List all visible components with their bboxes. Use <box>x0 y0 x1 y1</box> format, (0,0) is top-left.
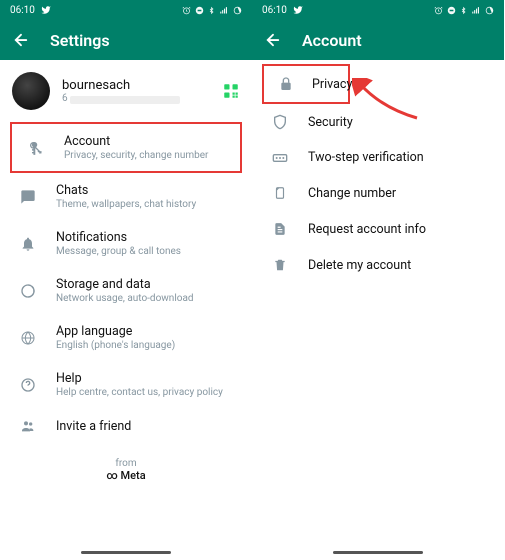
settings-item-help[interactable]: Help Help centre, contact us, privacy po… <box>4 361 248 408</box>
footer-from: from <box>0 458 252 469</box>
page-title: Settings <box>50 31 110 50</box>
nav-handle[interactable] <box>333 551 423 554</box>
alarm-icon <box>434 6 443 15</box>
globe-icon <box>18 330 38 346</box>
bell-icon <box>18 236 38 252</box>
document-icon <box>270 221 290 237</box>
chat-icon <box>18 189 38 205</box>
item-sub: Privacy, security, change number <box>64 150 226 161</box>
qr-icon[interactable] <box>222 82 240 100</box>
battery-icon <box>485 6 494 15</box>
item-sub: Network usage, auto-download <box>56 293 234 304</box>
item-sub: English (phone's language) <box>56 340 234 351</box>
dnd-icon <box>447 6 456 15</box>
status-time: 06:10 <box>262 5 287 16</box>
settings-item-language[interactable]: App language English (phone's language) <box>4 314 248 361</box>
status-time: 06:10 <box>10 5 35 16</box>
nav-handle[interactable] <box>81 551 171 554</box>
item-label: Help <box>56 371 234 386</box>
key-icon <box>26 140 46 156</box>
item-label: Invite a friend <box>56 419 234 434</box>
profile-status-char: 6 <box>62 93 68 104</box>
item-label: Chats <box>56 183 234 198</box>
item-label: Request account info <box>308 222 486 237</box>
account-item-twostep[interactable]: Two-step verification <box>256 140 500 175</box>
account-item-delete[interactable]: Delete my account <box>256 247 500 283</box>
account-list: Privacy Security Two-step verification C… <box>252 64 504 283</box>
account-item-security[interactable]: Security <box>256 104 500 140</box>
page-title: Account <box>302 31 362 50</box>
item-sub: Message, group & call tones <box>56 246 234 257</box>
sim-icon <box>270 185 290 201</box>
phone-right: 06:10 Account Privacy Security Two-step … <box>252 0 504 560</box>
item-label: Two-step verification <box>308 150 486 165</box>
item-label: App language <box>56 324 234 339</box>
avatar <box>12 72 50 110</box>
settings-item-chats[interactable]: Chats Theme, wallpapers, chat history <box>4 173 248 220</box>
twitter-icon <box>293 5 303 15</box>
twitter-icon <box>41 5 51 15</box>
signal-icon <box>471 6 481 15</box>
settings-item-storage[interactable]: Storage and data Network usage, auto-dow… <box>4 267 248 314</box>
account-item-privacy[interactable]: Privacy <box>262 64 350 104</box>
back-icon[interactable] <box>264 31 282 49</box>
pin-icon <box>270 152 290 164</box>
item-label: Account <box>64 134 226 149</box>
settings-item-notifications[interactable]: Notifications Message, group & call tone… <box>4 220 248 267</box>
account-item-changenumber[interactable]: Change number <box>256 175 500 211</box>
battery-icon <box>233 6 242 15</box>
item-label: Privacy <box>312 77 352 92</box>
profile-row[interactable]: bournesach 6 <box>0 60 252 122</box>
phone-left: 06:10 Settings bournesach 6 Acc <box>0 0 252 560</box>
item-label: Delete my account <box>308 258 486 273</box>
meta-infinity-icon: ∞ <box>106 469 120 482</box>
shield-icon <box>270 114 290 130</box>
profile-status <box>70 96 180 104</box>
profile-name: bournesach <box>62 78 210 93</box>
people-icon <box>18 418 38 434</box>
app-bar: Account <box>252 20 504 60</box>
settings-item-account[interactable]: Account Privacy, security, change number <box>10 122 242 173</box>
help-icon <box>18 377 38 393</box>
alarm-icon <box>182 6 191 15</box>
dnd-icon <box>195 6 204 15</box>
back-icon[interactable] <box>12 31 30 49</box>
account-item-request[interactable]: Request account info <box>256 211 500 247</box>
status-bar: 06:10 <box>252 0 504 20</box>
bluetooth-icon <box>460 6 467 15</box>
app-bar: Settings <box>0 20 252 60</box>
settings-item-invite[interactable]: Invite a friend <box>4 408 248 444</box>
item-label: Change number <box>308 186 486 201</box>
footer-brand: Meta <box>121 469 146 482</box>
storage-icon <box>18 283 38 299</box>
item-label: Storage and data <box>56 277 234 292</box>
settings-list: Account Privacy, security, change number… <box>0 122 252 444</box>
status-bar: 06:10 <box>0 0 252 20</box>
item-sub: Help centre, contact us, privacy policy <box>56 387 234 398</box>
footer: from ∞ Meta <box>0 444 252 496</box>
bluetooth-icon <box>208 6 215 15</box>
signal-icon <box>219 6 229 15</box>
lock-icon <box>278 76 294 92</box>
item-label: Notifications <box>56 230 234 245</box>
item-label: Security <box>308 115 486 130</box>
trash-icon <box>270 257 290 273</box>
item-sub: Theme, wallpapers, chat history <box>56 199 234 210</box>
